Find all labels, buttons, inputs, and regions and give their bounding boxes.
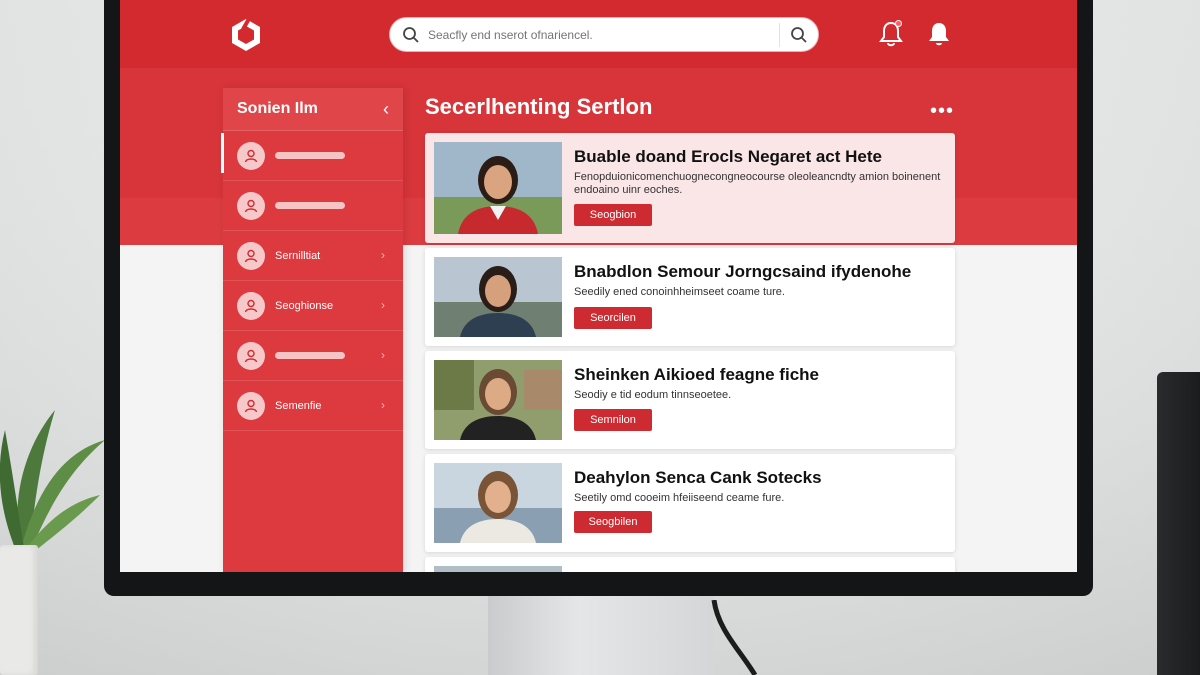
sidebar-item-placeholder-bar [275, 352, 345, 359]
search-input[interactable] [428, 19, 779, 50]
sidebar-header: Sonien Ilm ‹ [223, 88, 403, 131]
notification-bell-button[interactable] [878, 20, 904, 48]
user-icon [237, 141, 265, 170]
sidebar-item-label: Sernilltiat [275, 249, 321, 262]
sidebar-collapse-chevron-left-icon[interactable]: ‹ [383, 99, 389, 120]
profile-photo [434, 360, 562, 440]
profile-photo [434, 463, 562, 543]
card-description: Seetily omd cooeim hfeiiseend ceame fure… [574, 492, 785, 504]
notification-dot [895, 20, 902, 27]
profile-photo [434, 257, 562, 337]
screen: Sonien Ilm ‹ Sernilltiat › [120, 0, 1077, 572]
sidebar: Sonien Ilm ‹ Sernilltiat › Seoghionse › … [221, 88, 403, 572]
card-action-button[interactable]: Semnilon [574, 409, 652, 431]
card-description: Seodiy e tid eodum tinnseoetee. [574, 389, 732, 401]
list-card[interactable]: Deahylon Senca Cank Sotecks Seetily omd … [425, 454, 955, 552]
card-action-button[interactable]: Seorcilen [574, 307, 652, 329]
sidebar-item-3[interactable]: Sernilltiat › [223, 231, 403, 281]
list-card[interactable]: Buable doand Erocls Negaret act Hete Fen… [425, 133, 955, 243]
user-icon [237, 341, 265, 370]
sidebar-item-4[interactable]: Seoghionse › [223, 281, 403, 331]
profile-photo [434, 142, 562, 234]
search-bar [389, 17, 819, 52]
sidebar-item-1[interactable] [221, 131, 403, 181]
card-title: Buable doand Erocls Negaret act Hete [574, 147, 882, 166]
monitor: Sonien Ilm ‹ Sernilltiat › [104, 0, 1093, 596]
list-card[interactable] [425, 557, 955, 572]
sidebar-item-5[interactable]: › [223, 331, 403, 381]
card-title: Sheinken Aikioed feagne fiche [574, 365, 819, 384]
user-icon [237, 391, 265, 420]
chevron-right-icon: › [381, 348, 385, 362]
card-description: Fenopduionicomenchuognecongneocourse ole… [574, 171, 941, 196]
search-icon [403, 26, 419, 43]
bell-icon [929, 23, 949, 46]
sidebar-item-2[interactable] [223, 181, 403, 231]
user-icon [237, 191, 265, 220]
search-button[interactable] [780, 17, 818, 52]
user-icon [237, 241, 265, 270]
chevron-right-icon: › [381, 298, 385, 312]
search-icon [791, 26, 807, 43]
sidebar-item-6[interactable]: Semenfie › [223, 381, 403, 431]
sidebar-title: Sonien Ilm [237, 100, 318, 117]
profile-photo [434, 566, 562, 572]
list-card[interactable]: Bnabdlon Semour Jorngcsaind ifydenohe Se… [425, 248, 955, 346]
card-title: Deahylon Senca Cank Sotecks [574, 468, 822, 487]
sidebar-item-placeholder-bar [275, 202, 345, 209]
plant-pot [0, 545, 38, 675]
sidebar-item-placeholder-bar [275, 152, 345, 159]
monitor-stand [488, 592, 714, 675]
user-icon [237, 291, 265, 320]
hexagon-logo-icon[interactable] [230, 18, 262, 52]
card-title: Bnabdlon Semour Jorngcsaind ifydenohe [574, 262, 912, 281]
card-action-button[interactable]: Seogbion [574, 204, 652, 226]
speaker-decoration [1157, 372, 1200, 675]
more-options-icon[interactable]: ••• [930, 100, 954, 123]
alerts-bell-button[interactable] [926, 20, 952, 48]
chevron-right-icon: › [381, 398, 385, 412]
card-description: Seedily ened conoinhheimseet coame ture. [574, 286, 785, 298]
sidebar-item-label: Seoghionse [275, 299, 334, 312]
card-action-button[interactable]: Seogbilen [574, 511, 652, 533]
section-title: Secerlhenting Sertlon [425, 94, 653, 119]
monitor-cable [711, 600, 758, 675]
chevron-right-icon: › [381, 248, 385, 262]
list-card[interactable]: Sheinken Aikioed feagne fiche Seodiy e t… [425, 351, 955, 449]
sidebar-item-label: Semenfie [275, 399, 322, 412]
